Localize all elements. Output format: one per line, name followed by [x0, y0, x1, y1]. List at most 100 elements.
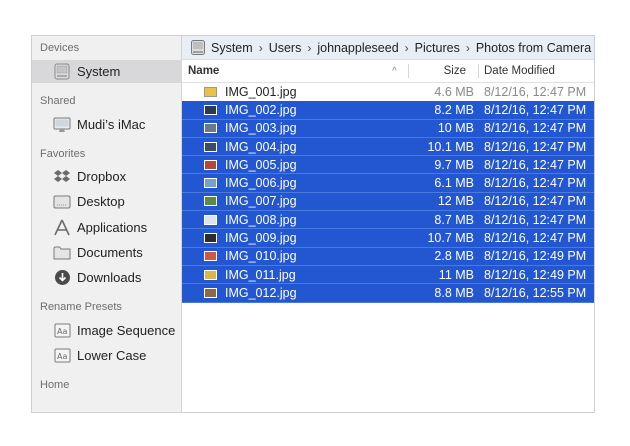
file-date-modified: 8/12/16, 12:49 PM	[484, 267, 587, 282]
file-size: 6.1 MB	[434, 176, 474, 191]
file-name-cell: IMG_007.jpg	[204, 193, 297, 210]
file-name-cell: IMG_012.jpg	[204, 284, 297, 301]
table-row[interactable]: IMG_002.jpg 8.2 MB 8/12/16, 12:47 PM	[182, 101, 594, 120]
sidebar-item-mudis-imac[interactable]: Mudi’s iMac	[32, 113, 182, 136]
imac-icon	[53, 116, 71, 134]
column-size-header[interactable]: Size	[412, 60, 466, 82]
file-name: IMG_005.jpg	[225, 157, 297, 172]
sidebar-header-shared: Shared	[40, 95, 76, 107]
file-name-cell: IMG_003.jpg	[204, 120, 297, 137]
file-name-cell: IMG_002.jpg	[204, 101, 297, 118]
file-date-modified: 8/12/16, 12:47 PM	[484, 121, 587, 136]
file-size: 8.2 MB	[434, 102, 474, 117]
breadcrumb-photos-from-camera[interactable]: Photos from Camera	[476, 41, 591, 55]
table-row[interactable]: IMG_012.jpg 8.8 MB 8/12/16, 12:55 PM	[182, 284, 594, 303]
hard-drive-icon	[53, 63, 71, 81]
sidebar-item-label: Image Sequence	[77, 323, 176, 338]
file-size: 4.6 MB	[434, 85, 474, 100]
sidebar-item-dropbox[interactable]: Dropbox	[32, 165, 182, 188]
image-thumbnail-icon	[204, 269, 217, 280]
breadcrumb-separator: ›	[404, 40, 409, 55]
sidebar-item-applications[interactable]: Applications	[32, 216, 182, 239]
table-row[interactable]: IMG_005.jpg 9.7 MB 8/12/16, 12:47 PM	[182, 156, 594, 175]
sidebar: Devices System Shared Mudi’s iMac Favori…	[32, 36, 182, 412]
file-date-modified: 8/12/16, 12:47 PM	[484, 212, 587, 227]
sidebar-item-image-sequence[interactable]: Aa Image Sequence	[32, 319, 182, 342]
sidebar-item-lower-case[interactable]: Aa Lower Case	[32, 344, 182, 367]
sidebar-item-label: Dropbox	[77, 169, 127, 184]
sidebar-item-system[interactable]: System	[32, 60, 182, 83]
image-thumbnail-icon	[204, 251, 217, 262]
file-size: 11 MB	[438, 267, 474, 282]
breadcrumb-separator: ›	[258, 40, 263, 55]
file-browser: System › Users › johnappleseed › Picture…	[182, 36, 594, 412]
image-thumbnail-icon	[204, 104, 217, 115]
sidebar-item-label: Mudi’s iMac	[77, 117, 146, 132]
sidebar-header-rename-presets: Rename Presets	[40, 301, 122, 313]
file-name: IMG_001.jpg	[225, 85, 297, 100]
column-divider[interactable]	[408, 64, 409, 78]
table-row[interactable]: IMG_009.jpg 10.7 MB 8/12/16, 12:47 PM	[182, 229, 594, 248]
sidebar-header-home[interactable]: Home	[40, 379, 69, 391]
rename-preset-icon: Aa	[53, 322, 71, 340]
sidebar-item-label: Desktop	[77, 194, 125, 209]
applications-icon	[53, 219, 71, 237]
column-divider[interactable]	[478, 64, 479, 78]
file-name-cell: IMG_004.jpg	[204, 138, 297, 155]
path-bar: System › Users › johnappleseed › Picture…	[182, 36, 594, 60]
sort-ascending-icon: ^	[392, 65, 397, 77]
file-name-cell: IMG_011.jpg	[204, 266, 296, 283]
sidebar-item-downloads[interactable]: Downloads	[32, 266, 182, 289]
image-thumbnail-icon	[204, 233, 217, 244]
file-name: IMG_010.jpg	[225, 249, 297, 264]
breadcrumb-johnappleseed[interactable]: johnappleseed	[317, 41, 398, 55]
file-size: 12 MB	[437, 194, 474, 209]
table-row[interactable]: IMG_008.jpg 8.7 MB 8/12/16, 12:47 PM	[182, 211, 594, 230]
folder-icon	[53, 244, 71, 262]
file-name: IMG_009.jpg	[225, 231, 297, 246]
finder-window: Devices System Shared Mudi’s iMac Favori…	[31, 35, 595, 413]
sidebar-header-devices: Devices	[40, 42, 80, 54]
table-row[interactable]: IMG_011.jpg 11 MB 8/12/16, 12:49 PM	[182, 265, 594, 285]
table-row[interactable]: IMG_003.jpg 10 MB 8/12/16, 12:47 PM	[182, 119, 594, 138]
downloads-icon	[53, 269, 71, 287]
file-date-modified: 8/12/16, 12:49 PM	[484, 249, 587, 264]
column-date-header[interactable]: Date Modified	[484, 60, 555, 82]
file-date-modified: 8/12/16, 12:47 PM	[484, 176, 587, 191]
sidebar-item-label: Lower Case	[77, 348, 147, 363]
file-date-modified: 8/12/16, 12:55 PM	[484, 285, 587, 300]
column-name-label: Name	[188, 65, 220, 77]
file-date-modified: 8/12/16, 12:47 PM	[484, 194, 587, 209]
file-name-cell: IMG_006.jpg	[204, 174, 297, 191]
table-row[interactable]: IMG_004.jpg 10.1 MB 8/12/16, 12:47 PM	[182, 137, 594, 157]
file-name: IMG_008.jpg	[225, 212, 297, 227]
file-name: IMG_007.jpg	[225, 194, 297, 209]
breadcrumb-pictures[interactable]: Pictures	[415, 41, 460, 55]
breadcrumb-users[interactable]: Users	[269, 41, 302, 55]
file-size: 10.7 MB	[427, 231, 474, 246]
image-thumbnail-icon	[204, 287, 217, 298]
sidebar-item-desktop[interactable]: Desktop	[32, 190, 182, 213]
file-name: IMG_002.jpg	[225, 102, 297, 117]
file-size: 8.8 MB	[434, 285, 474, 300]
table-row[interactable]: IMG_001.jpg 4.6 MB 8/12/16, 12:47 PM	[182, 83, 594, 101]
sidebar-item-documents[interactable]: Documents	[32, 241, 182, 264]
table-row[interactable]: IMG_007.jpg 12 MB 8/12/16, 12:47 PM	[182, 192, 594, 212]
sidebar-item-label: Applications	[77, 220, 148, 235]
file-date-modified: 8/12/16, 12:47 PM	[484, 102, 587, 117]
file-name-cell: IMG_005.jpg	[204, 156, 297, 173]
sidebar-header-favorites: Favorites	[40, 148, 86, 160]
breadcrumb-separator: ›	[465, 40, 470, 55]
file-name-cell: IMG_009.jpg	[204, 229, 297, 246]
image-thumbnail-icon	[204, 214, 217, 225]
breadcrumb-system[interactable]: System	[211, 41, 253, 55]
file-size: 9.7 MB	[434, 157, 474, 172]
table-row[interactable]: IMG_006.jpg 6.1 MB 8/12/16, 12:47 PM	[182, 174, 594, 193]
column-name-header[interactable]: Name	[188, 60, 402, 82]
table-row[interactable]: IMG_010.jpg 2.8 MB 8/12/16, 12:49 PM	[182, 247, 594, 266]
sidebar-item-label: Downloads	[77, 270, 142, 285]
svg-text:Aa: Aa	[57, 352, 67, 361]
image-thumbnail-icon	[204, 123, 217, 134]
image-thumbnail-icon	[204, 141, 217, 152]
file-size: 8.7 MB	[434, 212, 474, 227]
